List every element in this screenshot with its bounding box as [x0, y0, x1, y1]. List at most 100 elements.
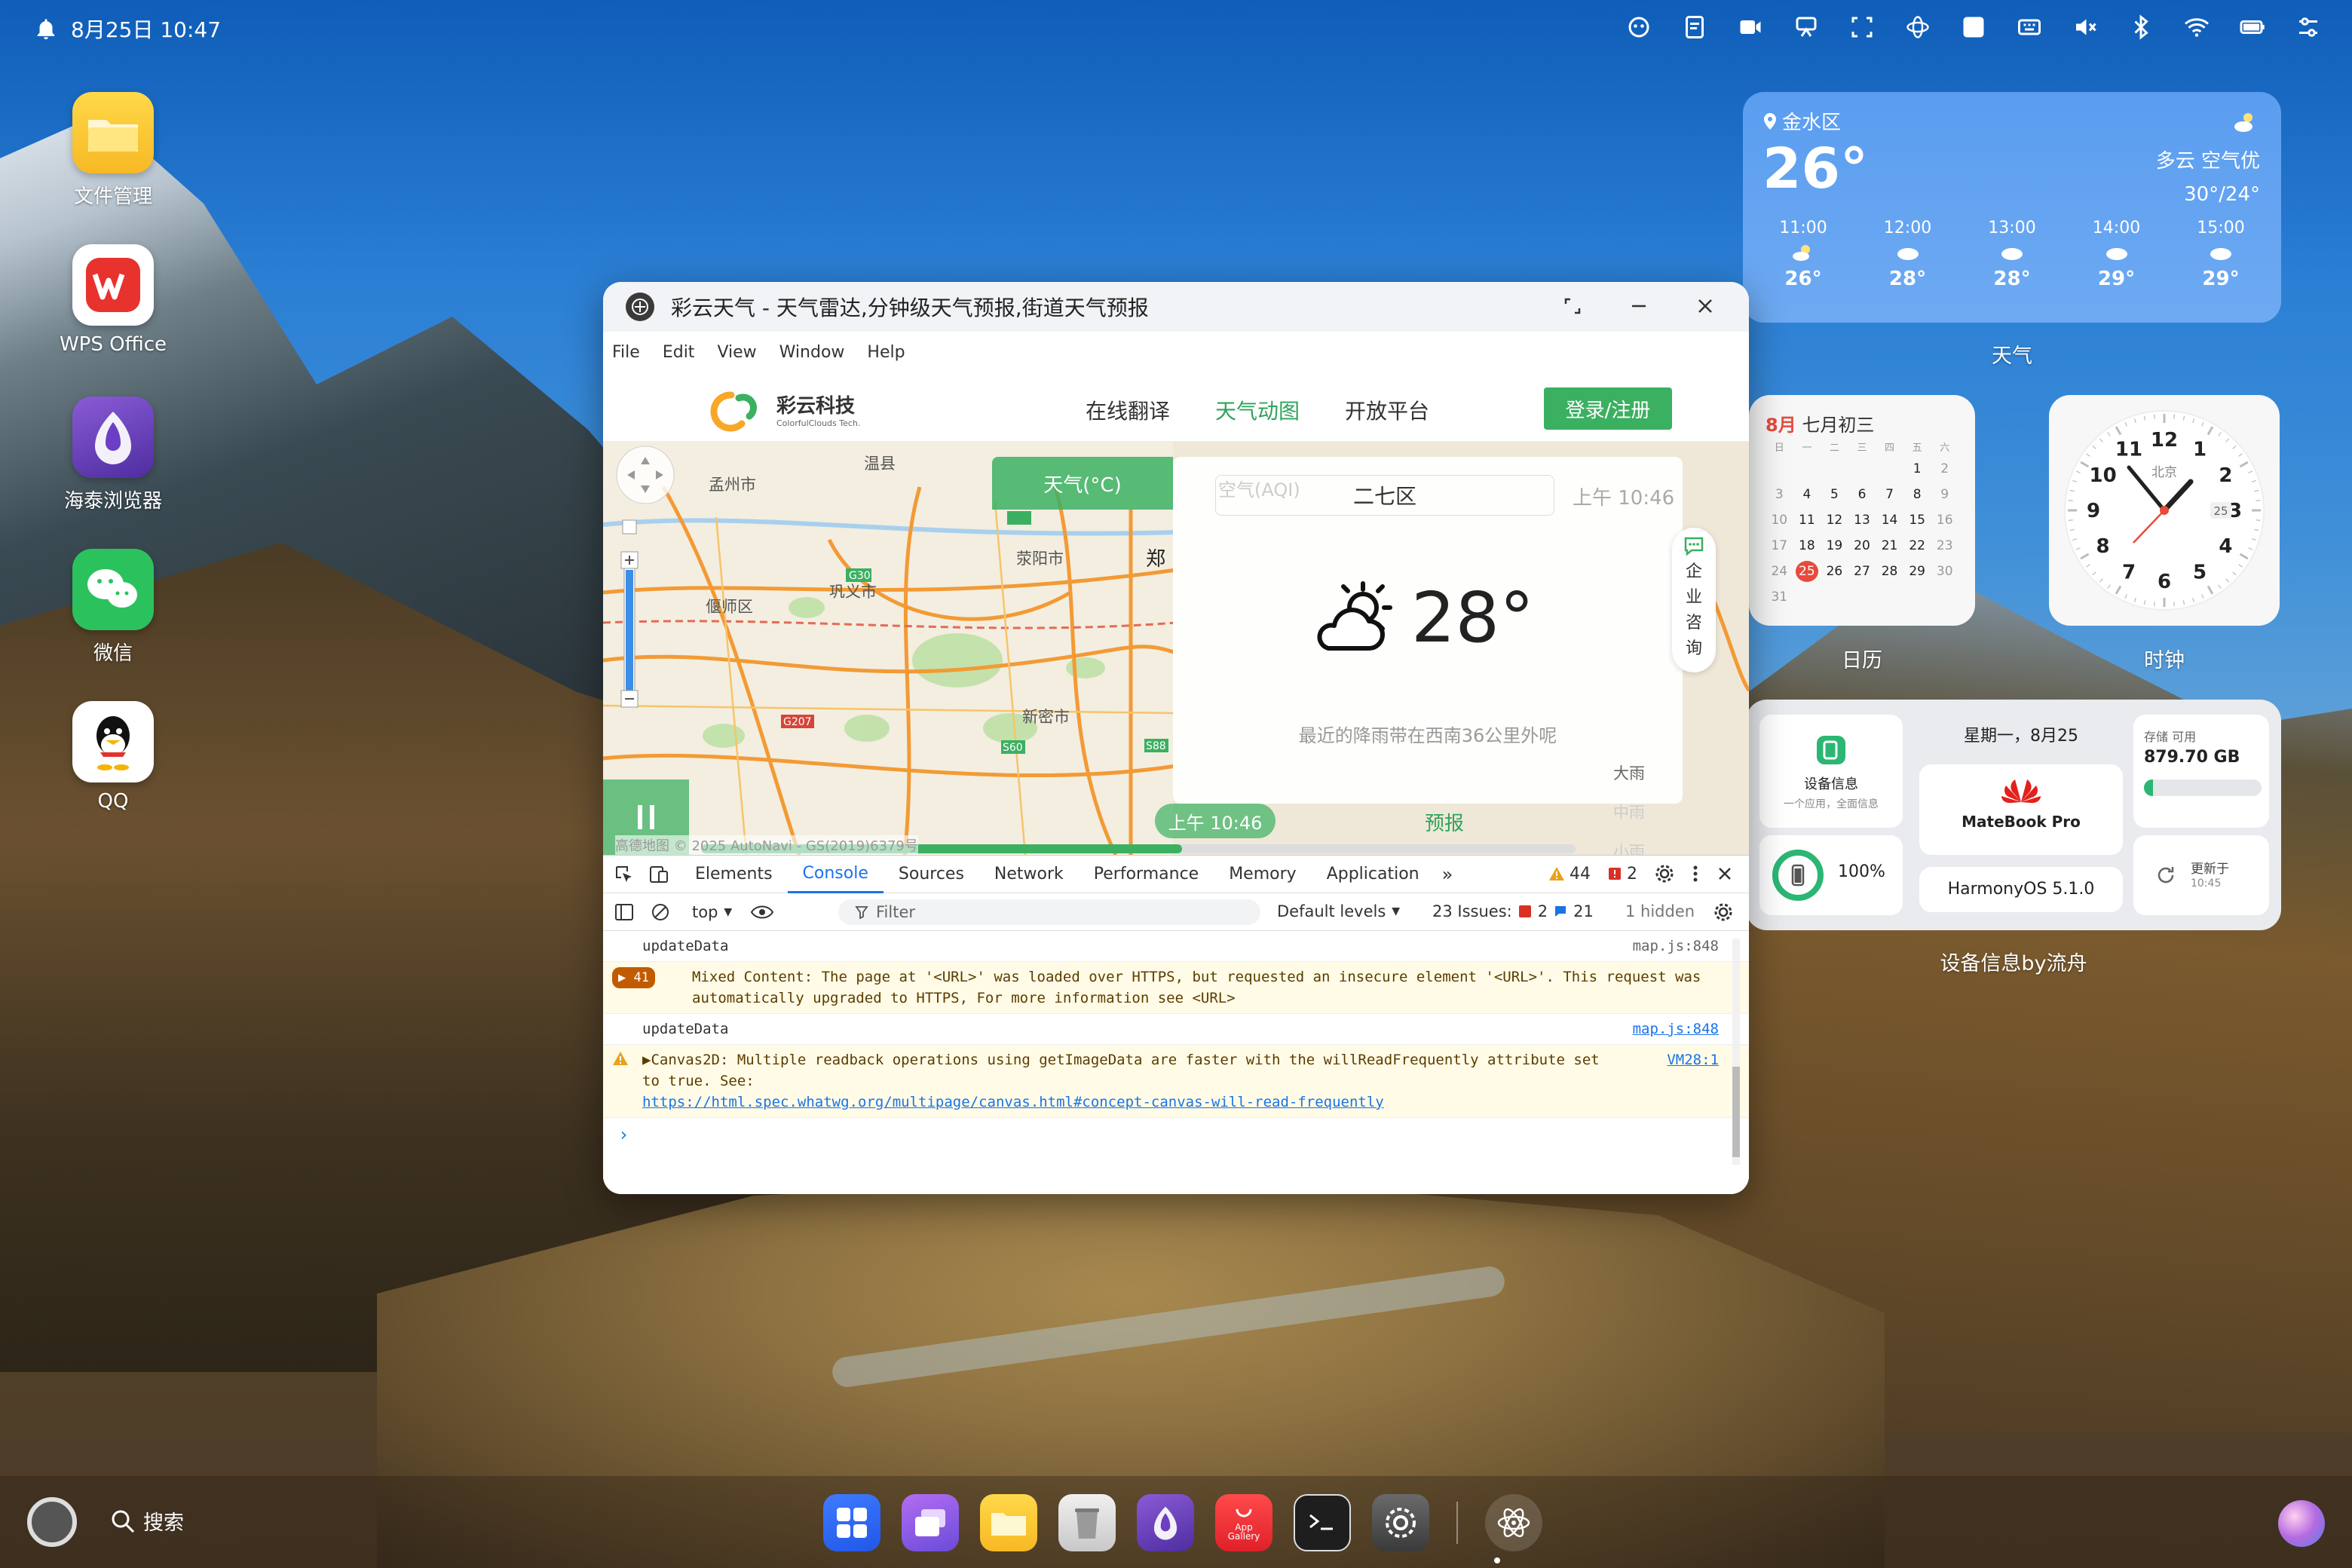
calendar-day[interactable]: 15 [1903, 510, 1931, 531]
minimize-icon[interactable] [1625, 292, 1652, 320]
devtools-panel[interactable]: Elements Console Sources Network Perform… [603, 855, 1749, 1194]
map-area[interactable]: G30 G207 S60 S88 孟州市 温县 荥阳市 巩义市 偃师区 新密市 … [603, 442, 1749, 855]
menu-view[interactable]: View [717, 343, 756, 362]
device-info-widget[interactable]: 设备信息 一个应用，全面信息 100% 星期一，8月25 MateBook Pr… [1746, 700, 2281, 930]
error-counter[interactable]: 2 [1607, 865, 1637, 884]
menu-file[interactable]: File [612, 343, 640, 362]
control-center-icon[interactable] [2295, 14, 2322, 41]
battery-icon[interactable] [2239, 14, 2266, 41]
calendar-day[interactable]: 26 [1821, 561, 1848, 582]
video-icon[interactable] [1737, 14, 1764, 41]
tab-sources[interactable]: Sources [884, 856, 979, 893]
calendar-day[interactable]: 31 [1766, 586, 1793, 608]
tab-elements[interactable]: Elements [680, 856, 788, 893]
map-compass-icon[interactable] [616, 446, 675, 504]
device-toolbar-icon[interactable] [648, 864, 669, 885]
calendar-day[interactable]: 23 [1931, 535, 1958, 556]
files-icon[interactable] [980, 1494, 1037, 1551]
location-search-input[interactable]: 二七区 [1215, 475, 1554, 516]
desktop-icon-qq[interactable]: QQ [53, 701, 173, 813]
weather-layer-tab[interactable]: 天气(°C) [992, 457, 1173, 510]
forecast-tab[interactable]: 预报 [1425, 808, 1464, 836]
inspect-element-icon[interactable] [614, 864, 635, 885]
desktop-icon-file-manager[interactable]: 文件管理 [53, 92, 173, 209]
calendar-day[interactable]: 7 [1876, 484, 1903, 505]
menu-edit[interactable]: Edit [663, 343, 695, 362]
warning-counter[interactable]: 44 [1548, 865, 1591, 884]
calendar-day[interactable]: 16 [1931, 510, 1958, 531]
tab-application[interactable]: Application [1312, 856, 1435, 893]
weather-widget[interactable]: 金水区 26° 多云 空气优 30°/24° 11:00 26° 12:00 2… [1743, 92, 2281, 323]
calendar-day[interactable]: 11 [1793, 510, 1821, 531]
desktop-icon-wps[interactable]: WPS Office [53, 244, 173, 356]
calendar-day[interactable]: 2 [1931, 458, 1958, 479]
nav-translate[interactable]: 在线翻译 [1086, 395, 1170, 425]
more-tabs-icon[interactable]: » [1435, 864, 1461, 885]
start-button[interactable] [27, 1497, 77, 1547]
terminal-icon[interactable] [1294, 1494, 1351, 1551]
console-source[interactable]: map.js:848 [1633, 1018, 1719, 1040]
calendar-day[interactable]: 24 [1766, 561, 1793, 582]
kebab-menu-icon[interactable] [1692, 863, 1699, 884]
update-card[interactable]: 更新于 10:45 [2133, 835, 2269, 915]
assistant-icon[interactable] [1625, 14, 1652, 41]
calendar-day[interactable]: 28 [1876, 561, 1903, 582]
calendar-day[interactable]: 19 [1821, 535, 1848, 556]
tab-console[interactable]: Console [787, 856, 884, 893]
devtools-icon[interactable] [1485, 1494, 1542, 1551]
keyboard-icon[interactable] [2016, 14, 2043, 41]
sidebar-toggle-icon[interactable] [614, 902, 635, 923]
nav-open-platform[interactable]: 开放平台 [1345, 395, 1429, 425]
trash-icon[interactable] [1058, 1494, 1116, 1551]
status-datetime[interactable]: 8月25日 10:47 [71, 14, 221, 44]
timeline-time[interactable]: 上午 10:46 [1155, 804, 1276, 838]
bluetooth-icon[interactable] [2127, 14, 2154, 41]
note-icon[interactable] [1681, 14, 1708, 41]
input-method-icon[interactable] [1960, 14, 1987, 41]
calendar-day[interactable]: 22 [1903, 535, 1931, 556]
settings-gear-icon[interactable] [1654, 863, 1675, 884]
calendar-widget[interactable]: 8月 七月初三 日一二三四五六 272829303112345678910111… [1749, 395, 1975, 626]
console-filter-input[interactable]: Filter [838, 899, 1260, 925]
close-icon[interactable] [1692, 292, 1719, 320]
menu-window[interactable]: Window [779, 343, 845, 362]
projection-icon[interactable] [1793, 14, 1820, 41]
tab-memory[interactable]: Memory [1214, 856, 1311, 893]
window-titlebar[interactable]: 彩云天气 - 天气雷达,分钟级天气预报,街道天气预报 [603, 282, 1749, 332]
calendar-day[interactable]: 30 [1931, 561, 1958, 582]
console-scrollbar-thumb[interactable] [1732, 1067, 1740, 1157]
clear-console-icon[interactable] [650, 902, 671, 923]
calendar-day[interactable]: 1 [1903, 458, 1931, 479]
desktop-icon-wechat[interactable]: 微信 [53, 549, 173, 666]
console-source[interactable]: map.js:848 [1633, 936, 1719, 957]
calendar-day[interactable]: 21 [1876, 535, 1903, 556]
site-logo[interactable]: 彩云科技 ColorfulClouds Tech. [701, 386, 860, 433]
calendar-day[interactable]: 27 [1848, 561, 1876, 582]
browser-window[interactable]: 彩云天气 - 天气雷达,分钟级天气预报,街道天气预报 File Edit Vie… [603, 282, 1749, 1194]
console-prompt[interactable]: › [603, 1118, 1749, 1151]
calendar-day[interactable]: 8 [1903, 484, 1931, 505]
screenshot-icon[interactable] [1848, 14, 1876, 41]
enterprise-consult-button[interactable]: 企 业 咨 询 [1672, 528, 1716, 672]
calendar-today[interactable]: 25 [1795, 561, 1818, 582]
calendar-day[interactable]: 9 [1931, 484, 1958, 505]
taskbar-search[interactable]: 搜索 [110, 1506, 184, 1536]
calendar-day[interactable]: 17 [1766, 535, 1793, 556]
assistant-orb-icon[interactable] [2278, 1500, 2325, 1547]
calendar-day[interactable]: 5 [1821, 484, 1848, 505]
calendar-day[interactable]: 4 [1793, 484, 1821, 505]
close-devtools-icon[interactable] [1716, 865, 1734, 883]
tab-performance[interactable]: Performance [1079, 856, 1214, 893]
settings-icon[interactable] [1372, 1494, 1429, 1551]
desktop-icon-browser[interactable]: 海泰浏览器 [53, 397, 173, 513]
login-button[interactable]: 登录/注册 [1544, 387, 1672, 430]
log-levels-dropdown[interactable]: Default levels ▼ [1277, 902, 1400, 920]
app-center-icon[interactable] [823, 1494, 880, 1551]
calendar-day[interactable]: 14 [1876, 510, 1903, 531]
calendar-day[interactable]: 3 [1766, 484, 1793, 505]
bell-icon[interactable] [33, 16, 59, 41]
app-gallery-icon[interactable]: App Gallery [1215, 1494, 1272, 1551]
calendar-day[interactable]: 12 [1821, 510, 1848, 531]
console-link[interactable]: https://html.spec.whatwg.org/multipage/c… [642, 1094, 1384, 1110]
ai-icon[interactable] [1904, 14, 1931, 41]
